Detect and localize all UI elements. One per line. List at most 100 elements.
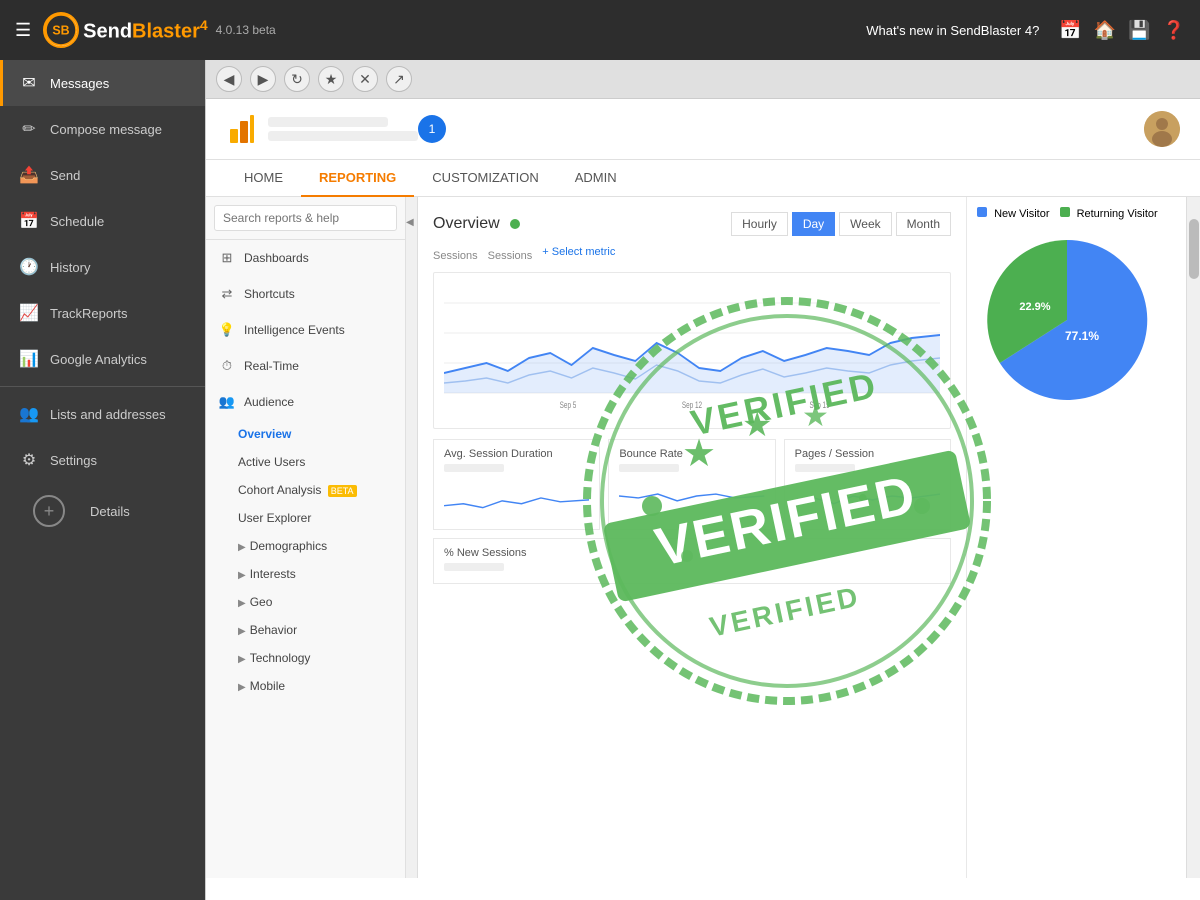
- menu-item-shortcuts[interactable]: ⇄ Shortcuts: [206, 276, 405, 312]
- sidebar-item-trackreports[interactable]: 📈 TrackReports: [0, 290, 205, 336]
- sub-item-interests[interactable]: ▶Interests: [206, 560, 405, 588]
- main-line-chart: Sep 5 Sep 12 Sep 19: [444, 283, 940, 413]
- sidebar-item-schedule[interactable]: 📅 Schedule: [0, 198, 205, 244]
- stat-title-avg-session: Avg. Session Duration: [444, 448, 589, 460]
- tab-reporting[interactable]: REPORTING: [301, 160, 414, 197]
- month-button[interactable]: Month: [896, 212, 951, 236]
- sidebar-item-compose[interactable]: ✏ Compose message: [0, 106, 205, 152]
- hourly-button[interactable]: Hourly: [731, 212, 788, 236]
- sidebar-item-settings[interactable]: ⚙ Settings: [0, 437, 205, 483]
- menu-label-realtime: Real-Time: [244, 359, 299, 373]
- star-button[interactable]: ★: [318, 66, 344, 92]
- stat-card-avg-session: Avg. Session Duration: [433, 439, 600, 530]
- main-layout: ✉ Messages ✏ Compose message 📤 Send 📅 Sc…: [0, 60, 1200, 900]
- compose-icon: ✏: [18, 118, 40, 140]
- sub-item-geo[interactable]: ▶Geo: [206, 588, 405, 616]
- refresh-button[interactable]: ↻: [284, 66, 310, 92]
- google-analytics-icon: 📊: [18, 348, 40, 370]
- sub-item-demographics[interactable]: ▶Demographics: [206, 532, 405, 560]
- date-controls: Hourly Day Week Month: [731, 212, 951, 236]
- ga-notification-badge[interactable]: 1: [418, 115, 446, 143]
- sidebar-item-messages[interactable]: ✉ Messages: [0, 60, 205, 106]
- trackreports-icon: 📈: [18, 302, 40, 324]
- week-button[interactable]: Week: [839, 212, 891, 236]
- ga-main: Overview Hourly Day Week Month Sessio: [418, 197, 966, 878]
- ga-header: 1: [206, 99, 1200, 160]
- lists-icon: 👥: [18, 403, 40, 425]
- scrollbar[interactable]: [1186, 197, 1200, 878]
- sidebar-item-history[interactable]: 🕐 History: [0, 244, 205, 290]
- browser-toolbar: ◀ ▶ ↻ ★ ✕ ↗: [206, 60, 1200, 99]
- external-link-button[interactable]: ↗: [386, 66, 412, 92]
- stat-title-bounce-rate: Bounce Rate: [619, 448, 764, 460]
- search-input[interactable]: [214, 205, 397, 231]
- hamburger-menu[interactable]: ☰: [15, 20, 31, 41]
- dashboards-icon: ⊞: [218, 249, 236, 267]
- add-details-icon[interactable]: +: [33, 495, 65, 527]
- stat-title-pages-session: Pages / Session: [795, 448, 940, 460]
- pages-session-chart: [795, 476, 940, 516]
- legend-returning-visitor: Returning Visitor: [1060, 207, 1158, 220]
- calendar-icon[interactable]: 📅: [1059, 20, 1081, 41]
- sub-item-overview[interactable]: Overview: [206, 420, 405, 448]
- sidebar-label-details: Details: [90, 504, 130, 519]
- ga-account-name: [268, 117, 388, 127]
- avg-session-chart: [444, 476, 589, 516]
- sidebar-item-details[interactable]: + Details: [0, 483, 205, 539]
- sidebar-label-settings: Settings: [50, 453, 97, 468]
- new-visitor-dot: [977, 207, 987, 217]
- sub-item-mobile[interactable]: ▶Mobile: [206, 672, 405, 700]
- menu-label-audience: Audience: [244, 395, 294, 409]
- sidebar-item-google-analytics[interactable]: 📊 Google Analytics: [0, 336, 205, 382]
- sidebar-item-lists[interactable]: 👥 Lists and addresses: [0, 391, 205, 437]
- ga-logo: [226, 113, 258, 145]
- sidebar-item-send[interactable]: 📤 Send: [0, 152, 205, 198]
- select-metric-button[interactable]: + Select metric: [542, 246, 615, 258]
- close-button[interactable]: ✕: [352, 66, 378, 92]
- whats-new-link[interactable]: What's new in SendBlaster 4?: [866, 23, 1039, 38]
- sessions-label: Sessions: [433, 250, 478, 262]
- svg-text:22.9%: 22.9%: [1019, 301, 1050, 313]
- day-button[interactable]: Day: [792, 212, 835, 236]
- sidebar-label-send: Send: [50, 168, 80, 183]
- svg-text:Sep 19: Sep 19: [809, 400, 829, 410]
- panel-toggle[interactable]: ◀: [406, 197, 418, 878]
- home-icon[interactable]: 🏠: [1094, 20, 1116, 41]
- sidebar-label-messages: Messages: [50, 76, 109, 91]
- menu-item-realtime[interactable]: ⏱ Real-Time: [206, 348, 405, 384]
- sessions-label2: Sessions: [488, 250, 533, 262]
- sub-item-cohort[interactable]: Cohort Analysis BETA: [206, 476, 405, 504]
- stat-value-new-sessions: [444, 563, 504, 571]
- back-button[interactable]: ◀: [216, 66, 242, 92]
- sub-item-behavior[interactable]: ▶Behavior: [206, 616, 405, 644]
- forward-button[interactable]: ▶: [250, 66, 276, 92]
- sub-item-user-explorer[interactable]: User Explorer: [206, 504, 405, 532]
- stat-title-new-sessions: % New Sessions: [444, 547, 940, 559]
- live-indicator: [510, 219, 520, 229]
- sub-item-technology[interactable]: ▶Technology: [206, 644, 405, 672]
- lower-stats: % New Sessions: [433, 538, 951, 584]
- menu-item-audience[interactable]: 👥 Audience: [206, 384, 405, 420]
- tab-home[interactable]: HOME: [226, 160, 301, 197]
- help-icon[interactable]: ❓: [1163, 20, 1185, 41]
- shortcuts-icon: ⇄: [218, 285, 236, 303]
- scroll-thumb[interactable]: [1189, 219, 1199, 279]
- top-bar-icons: 📅 🏠 💾 ❓: [1059, 20, 1185, 41]
- sidebar-label-google-analytics: Google Analytics: [50, 352, 147, 367]
- menu-item-dashboards[interactable]: ⊞ Dashboards: [206, 240, 405, 276]
- sidebar-label-history: History: [50, 260, 90, 275]
- sidebar-label-schedule: Schedule: [50, 214, 104, 229]
- logo: SB SendBlaster4: [43, 12, 208, 48]
- sub-item-active-users[interactable]: Active Users: [206, 448, 405, 476]
- menu-label-shortcuts: Shortcuts: [244, 287, 295, 301]
- tab-customization[interactable]: CUSTOMIZATION: [414, 160, 556, 197]
- tab-admin[interactable]: ADMIN: [557, 160, 635, 197]
- ga-account-info: [268, 117, 418, 141]
- stat-card-pages-session: Pages / Session: [784, 439, 951, 530]
- menu-label-dashboards: Dashboards: [244, 251, 309, 265]
- stat-value-pages-session: [795, 464, 855, 472]
- ga-content: 1 HOME REPORTING CUSTOMIZATION ADMIN: [206, 99, 1200, 900]
- menu-item-intelligence[interactable]: 💡 Intelligence Events: [206, 312, 405, 348]
- metric-row: Sessions Sessions + Select metric: [433, 246, 951, 266]
- save-icon[interactable]: 💾: [1128, 20, 1150, 41]
